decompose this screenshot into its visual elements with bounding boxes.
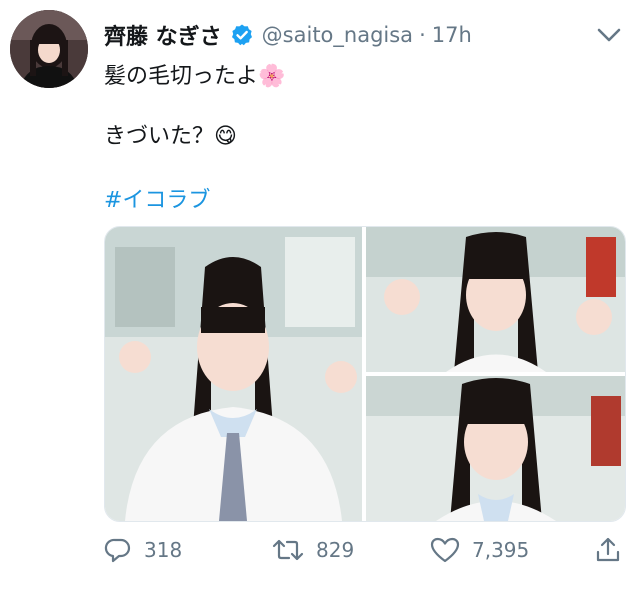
tweet-text-line-2: きづいた？😋 bbox=[104, 118, 237, 150]
reply-icon bbox=[104, 538, 131, 563]
author-name[interactable]: 齊藤 なぎさ bbox=[104, 19, 222, 51]
photo-1[interactable] bbox=[105, 227, 362, 521]
tweet-actions: 318 829 7,395 bbox=[104, 536, 624, 568]
like-button[interactable]: 7,395 bbox=[430, 536, 529, 564]
photo-2[interactable] bbox=[366, 227, 625, 372]
retweet-count: 829 bbox=[316, 538, 355, 562]
share-icon bbox=[596, 537, 620, 562]
separator-dot: · bbox=[419, 23, 426, 47]
photo-2-image bbox=[366, 227, 625, 372]
tweet-timestamp[interactable]: 17h bbox=[432, 23, 472, 47]
media-grid bbox=[104, 226, 626, 522]
share-button[interactable] bbox=[594, 536, 622, 564]
reply-button[interactable]: 318 bbox=[104, 536, 182, 564]
tweet-text-line-1: 髪の毛切ったよ🌸 bbox=[104, 58, 285, 90]
retweet-icon bbox=[272, 539, 304, 561]
like-icon bbox=[430, 537, 460, 563]
avatar-image bbox=[10, 10, 88, 88]
tweet-header: 齊藤 なぎさ @saito_nagisa · 17h bbox=[104, 20, 472, 50]
retweet-button[interactable]: 829 bbox=[272, 536, 354, 564]
hashtag-link[interactable]: #イコラブ bbox=[104, 182, 210, 214]
avatar[interactable] bbox=[10, 10, 88, 88]
author-handle[interactable]: @saito_nagisa bbox=[262, 23, 413, 47]
verified-badge-icon bbox=[231, 24, 252, 46]
photo-3-image bbox=[366, 376, 625, 521]
tweet-text-2: きづいた？ bbox=[104, 124, 215, 149]
yum-emoji: 😋 bbox=[214, 124, 237, 149]
photo-1-image bbox=[105, 227, 362, 521]
chevron-down-icon[interactable] bbox=[596, 26, 622, 44]
reply-count: 318 bbox=[144, 538, 183, 562]
tweet-text-1: 髪の毛切ったよ bbox=[104, 64, 259, 89]
photo-3[interactable] bbox=[366, 376, 625, 521]
flower-emoji: 🌸 bbox=[258, 64, 286, 89]
like-count: 7,395 bbox=[472, 538, 530, 562]
